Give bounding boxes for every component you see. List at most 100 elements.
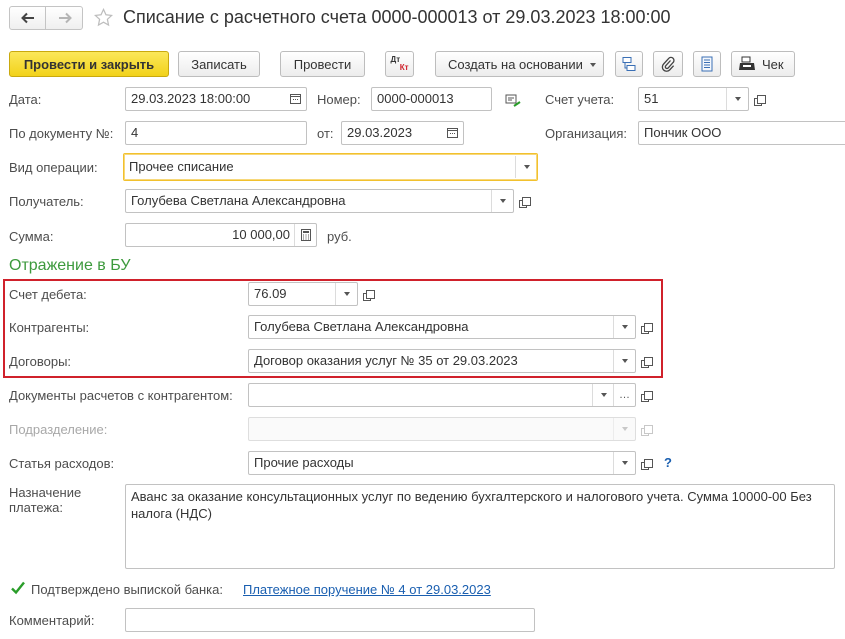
open-icon [362,289,375,301]
document-list-icon [701,56,713,72]
chevron-down-icon [621,325,628,329]
contract-open-button[interactable] [638,349,658,373]
calculator-icon [300,229,311,241]
calculator-button[interactable] [294,224,316,246]
contract-dropdown-button[interactable] [613,350,635,372]
sum-value: 10 000,00 [232,227,290,242]
forward-button[interactable] [47,7,82,29]
settlement-docs-field[interactable]: … [248,383,636,407]
sum-field[interactable]: 10 000,00 [125,223,317,247]
from-label: от: [317,126,334,141]
open-icon [640,390,653,402]
account-open-button[interactable] [751,87,771,111]
chevron-down-icon [590,63,596,67]
recipient-field[interactable]: Голубева Светлана Александровна [125,189,514,213]
help-icon[interactable]: ? [664,455,672,470]
operation-select[interactable]: Прочее списание [123,153,538,181]
doc-number-field[interactable]: 4 [125,121,307,145]
open-icon [640,458,653,470]
attach-button[interactable] [653,51,683,77]
post-and-close-button[interactable]: Провести и закрыть [9,51,169,77]
expense-item-field[interactable]: Прочие расходы [248,451,636,475]
organization-value: Пончик ООО [644,125,722,140]
chevron-down-icon [621,461,628,465]
operation-dropdown-button[interactable] [515,156,537,178]
chevron-down-icon [600,393,607,397]
organization-field[interactable]: Пончик ООО [638,121,845,145]
counterparty-open-button[interactable] [638,315,658,339]
open-icon [640,424,653,436]
star-icon[interactable] [94,8,113,27]
department-dropdown-button [613,418,635,440]
contract-field[interactable]: Договор оказания услуг № 35 от 29.03.202… [248,349,636,373]
chevron-down-icon [621,359,628,363]
expense-open-button[interactable] [638,451,658,475]
account-value: 51 [644,91,659,106]
contract-value: Договор оказания услуг № 35 от 29.03.202… [254,353,518,368]
paperclip-icon [661,56,675,72]
expense-item-label: Статья расходов: [9,456,115,471]
payment-order-link[interactable]: Платежное поручение № 4 от 29.03.2023 [243,582,491,597]
from-date-value: 29.03.2023 [347,125,413,140]
purpose-textarea[interactable]: Аванс за оказание консультационных услуг… [125,484,835,569]
open-icon [640,322,653,334]
save-button[interactable]: Записать [178,51,260,77]
dt-kt-button[interactable]: Дт Кт [385,51,414,77]
receipt-check-button[interactable]: Чек [731,51,795,77]
currency-label: руб. [327,229,352,244]
comment-field[interactable] [125,608,535,632]
create-based-on-label: Создать на основании [448,56,583,72]
arrow-right-icon [58,12,72,24]
purpose-text: Аванс за оказание консультационных услуг… [131,489,812,521]
number-value: 0000-000013 [377,91,454,106]
create-based-on-button[interactable]: Создать на основании [435,51,604,77]
recipient-value: Голубева Светлана Александровна [131,193,346,208]
kt-label: Кт [399,63,409,72]
debit-dropdown-button[interactable] [335,283,357,305]
report-button[interactable] [693,51,721,77]
calendar-button[interactable] [285,88,306,110]
post-button[interactable]: Провести [280,51,365,77]
confirmed-label: Подтверждено выпиской банка: [31,582,223,597]
comment-label: Комментарий: [9,613,95,628]
account-label: Счет учета: [545,92,615,107]
number-field[interactable]: 0000-000013 [371,87,492,111]
calendar-button[interactable] [442,122,463,144]
debit-open-button[interactable] [360,282,380,306]
contract-label: Договоры: [9,354,72,369]
structure-button[interactable] [615,51,643,77]
number-edit-icon[interactable] [505,94,521,107]
account-field[interactable]: 51 [638,87,749,111]
debit-account-field[interactable]: 76.09 [248,282,358,306]
number-label: Номер: [317,92,361,107]
purpose-label-line2: платежа: [9,500,63,515]
chevron-down-icon [499,199,506,203]
calendar-icon [447,128,458,138]
dt-label: Дт [390,55,401,64]
confirmed-checkbox[interactable] [10,580,26,596]
date-field[interactable]: 29.03.2023 18:00:00 [125,87,307,111]
debit-account-label: Счет дебета: [9,287,87,302]
chevron-down-icon [343,292,350,296]
settlement-docs-dropdown-button[interactable] [592,384,614,406]
account-dropdown-button[interactable] [726,88,748,110]
recipient-open-button[interactable] [516,189,536,213]
debit-account-value: 76.09 [254,286,287,301]
recipient-dropdown-button[interactable] [491,190,513,212]
from-date-field[interactable]: 29.03.2023 [341,121,464,145]
counterparty-field[interactable]: Голубева Светлана Александровна [248,315,636,339]
settlement-docs-select-button[interactable]: … [613,384,635,406]
calendar-icon [290,94,301,104]
purpose-label-line1: Назначение [9,485,82,500]
settlement-docs-open-button[interactable] [638,383,658,407]
operation-label: Вид операции: [9,160,98,175]
nav-back-forward [9,6,83,30]
expense-dropdown-button[interactable] [613,452,635,474]
open-icon [753,94,766,106]
open-icon [518,196,531,208]
open-icon [640,356,653,368]
counterparty-dropdown-button[interactable] [613,316,635,338]
operation-value: Прочее списание [129,159,234,174]
date-value: 29.03.2023 18:00:00 [131,91,251,106]
back-button[interactable] [10,7,46,29]
